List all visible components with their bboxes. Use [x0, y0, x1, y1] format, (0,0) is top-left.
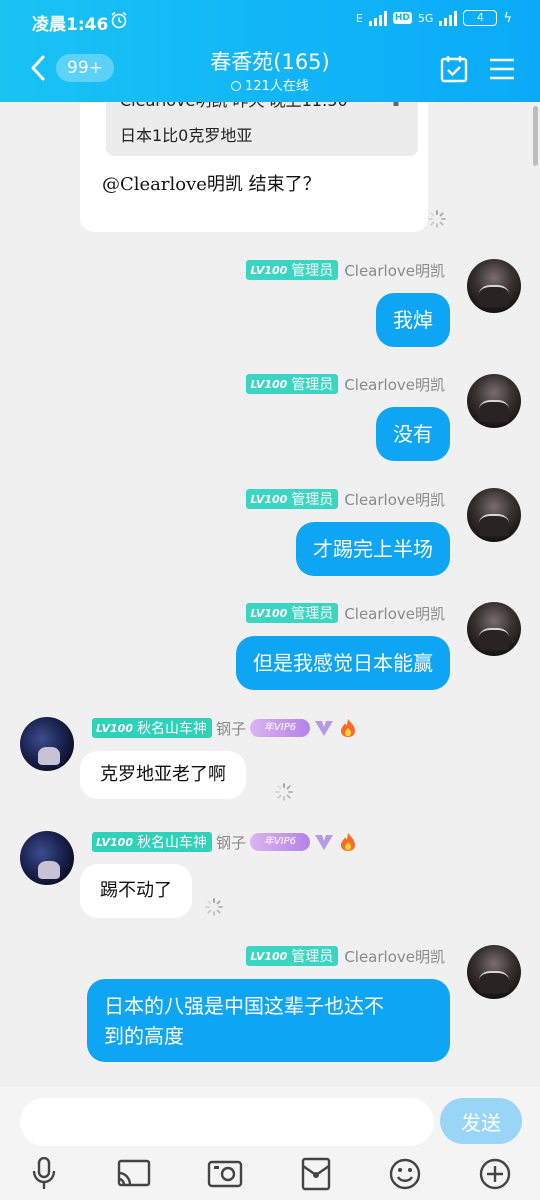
role-label: 管理员	[291, 606, 334, 622]
level-label: LV100	[96, 721, 133, 735]
avatar[interactable]	[20, 717, 74, 771]
avatar[interactable]	[467, 488, 521, 542]
sender-name[interactable]: 钢子	[216, 718, 246, 739]
quoted-time: 昨天 晚上11:50	[233, 102, 348, 110]
jump-to-icon[interactable]	[386, 102, 406, 108]
plus-icon[interactable]	[477, 1157, 513, 1191]
level-label: LV100	[250, 377, 288, 391]
battery-icon: 4	[463, 10, 498, 26]
avatar[interactable]	[467, 374, 521, 428]
flame-icon	[341, 833, 355, 851]
member-title-tag: LV100 秋名山车神	[92, 832, 212, 852]
photo-icon[interactable]	[207, 1157, 243, 1191]
message-input[interactable]	[20, 1098, 434, 1146]
sender-name[interactable]: 钢子	[216, 832, 246, 853]
menu-icon[interactable]	[489, 57, 515, 81]
sender-meta: LV100 秋名山车神 钢子 年VIP6	[92, 831, 358, 853]
status-bar: 凌晨1:46 E HD 5G 4 ϟ	[0, 0, 540, 40]
charging-icon: ϟ	[503, 10, 512, 26]
role-label: 管理员	[291, 949, 334, 965]
vip-badge: 年VIP6	[250, 833, 310, 851]
status-time: 凌晨1:46	[32, 15, 109, 35]
sender-meta: LV100 管理员 Clearlove明凯	[246, 945, 445, 967]
role-label: 管理员	[291, 492, 334, 508]
level-label: LV100	[96, 835, 133, 849]
message-list[interactable]: Clearlove明凯 昨天 晚上11:50 日本1比0克罗地亚 @Clearl…	[0, 102, 540, 1087]
alarm-icon	[111, 11, 127, 29]
scrollbar-thumb[interactable]	[533, 106, 538, 166]
avatar[interactable]	[20, 831, 74, 885]
quoted-reply-message[interactable]: Clearlove明凯 昨天 晚上11:50 日本1比0克罗地亚 @Clearl…	[80, 102, 428, 232]
message-bubble[interactable]: 日本的八强是中国这辈子也达不 到的高度	[87, 979, 450, 1062]
signal-5g-icon	[439, 10, 458, 26]
sender-name[interactable]: Clearlove明凯	[344, 603, 445, 624]
message-bubble[interactable]: 踢不动了	[80, 864, 192, 918]
avatar[interactable]	[467, 602, 521, 656]
message-bubble[interactable]: 但是我感觉日本能赢	[236, 636, 450, 690]
online-count-label: 121人在线	[245, 79, 309, 94]
quoted-sender: Clearlove明凯	[120, 102, 227, 110]
network-5g-label: 5G	[417, 11, 434, 25]
input-toolbar	[0, 1157, 540, 1200]
screen-share-icon[interactable]	[116, 1157, 152, 1191]
level-label: LV100	[250, 606, 288, 620]
sending-spinner-icon	[428, 210, 446, 228]
message-bubble[interactable]: 我焯	[376, 293, 450, 347]
online-icon	[231, 81, 242, 91]
quoted-message[interactable]: Clearlove明凯 昨天 晚上11:50 日本1比0克罗地亚	[106, 102, 418, 156]
message-bubble[interactable]: 克罗地亚老了啊	[80, 751, 246, 799]
title-label: 秋名山车神	[136, 721, 207, 737]
sender-meta: LV100 秋名山车神 钢子 年VIP6	[92, 717, 358, 739]
sender-meta: LV100 管理员 Clearlove明凯	[246, 259, 445, 281]
message-line: 日本的八强是中国这辈子也达不	[104, 994, 384, 1018]
role-label: 管理员	[291, 377, 334, 393]
flame-icon	[341, 719, 355, 737]
status-icons: E HD 5G 4 ϟ	[356, 10, 512, 26]
v-badge-icon	[315, 721, 333, 736]
calendar-check-icon[interactable]	[440, 55, 468, 83]
sender-meta: LV100 管理员 Clearlove明凯	[246, 602, 445, 624]
quoted-text: 日本1比0克罗地亚	[120, 126, 253, 145]
vip-badge: 年VIP6	[250, 719, 310, 737]
message-bubble[interactable]: 才踢完上半场	[296, 522, 450, 576]
sending-spinner-icon	[275, 783, 293, 801]
admin-level-tag: LV100 管理员	[246, 374, 339, 394]
input-bar: 发送	[0, 1087, 540, 1157]
microphone-icon[interactable]	[26, 1157, 62, 1191]
level-label: LV100	[250, 949, 288, 963]
avatar[interactable]	[467, 945, 521, 999]
red-packet-icon[interactable]	[298, 1157, 334, 1191]
admin-level-tag: LV100 管理员	[246, 603, 339, 623]
chat-header: 凌晨1:46 E HD 5G 4 ϟ 99+ 春香苑(165) 121人在线	[0, 0, 540, 102]
sender-name[interactable]: Clearlove明凯	[344, 489, 445, 510]
message-bubble[interactable]: 没有	[376, 407, 450, 461]
member-title-tag: LV100 秋名山车神	[92, 718, 212, 738]
send-button[interactable]: 发送	[440, 1098, 522, 1144]
emoji-icon[interactable]	[387, 1157, 423, 1191]
avatar[interactable]	[467, 259, 521, 313]
level-label: LV100	[250, 263, 288, 277]
signal-icon	[368, 10, 387, 26]
message-line: 到的高度	[104, 1024, 184, 1048]
admin-level-tag: LV100 管理员	[246, 946, 339, 966]
role-label: 管理员	[291, 263, 334, 279]
sender-name[interactable]: Clearlove明凯	[344, 374, 445, 395]
sender-name[interactable]: Clearlove明凯	[344, 260, 445, 281]
sending-spinner-icon	[205, 898, 223, 916]
quoted-reply-text: @Clearlove明凯 结束了？	[102, 174, 321, 195]
network-type-label: E	[355, 11, 363, 25]
level-label: LV100	[250, 492, 288, 506]
v-badge-icon	[315, 835, 333, 850]
sender-name[interactable]: Clearlove明凯	[344, 946, 445, 967]
hd-badge: HD	[392, 12, 412, 24]
quoted-header: Clearlove明凯 昨天 晚上11:50	[120, 102, 348, 111]
title-label: 秋名山车神	[136, 835, 207, 851]
sender-meta: LV100 管理员 Clearlove明凯	[246, 488, 445, 510]
admin-level-tag: LV100 管理员	[246, 260, 339, 280]
sender-meta: LV100 管理员 Clearlove明凯	[246, 373, 445, 395]
admin-level-tag: LV100 管理员	[246, 489, 339, 509]
